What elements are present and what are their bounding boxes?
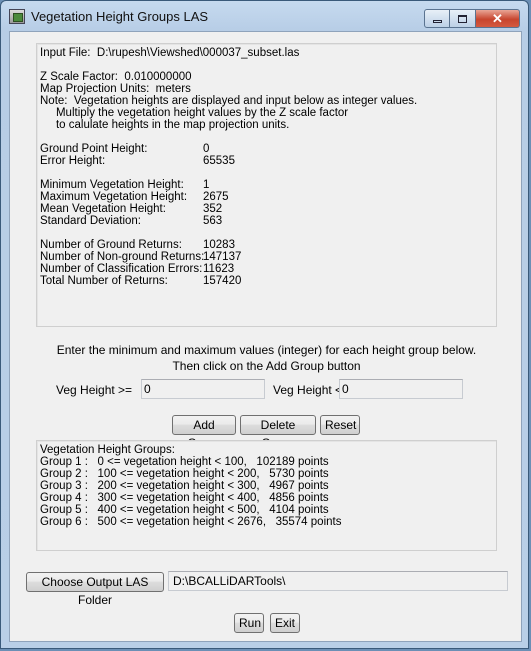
- note-line: Note: Vegetation heights are displayed a…: [40, 95, 418, 107]
- projection-units-text: Map Projection Units: meters: [40, 83, 191, 95]
- stat-value: 1: [203, 179, 210, 191]
- stat-row: Number of Classification Errors:11623: [40, 263, 496, 275]
- instruction-text: Then click on the Add Group button: [172, 359, 361, 373]
- instruction-text: Enter the minimum and maximum values (in…: [56, 343, 477, 357]
- stat-label: Number of Ground Returns:: [40, 239, 182, 251]
- list-item: Group 1 : 0 <= vegetation height < 100, …: [40, 456, 329, 468]
- list-item: Group 4 : 300 <= vegetation height < 400…: [40, 492, 329, 504]
- minimize-button[interactable]: [424, 9, 450, 28]
- file-info-panel: Input File: D:\rupesh\Viewshed\000037_su…: [36, 43, 497, 327]
- title-bar[interactable]: Vegetation Height Groups LAS ✕: [1, 1, 528, 31]
- list-item: Group 6 : 500 <= vegetation height < 267…: [40, 516, 342, 528]
- output-folder-field[interactable]: D:\BCALLiDARTools\: [168, 571, 508, 591]
- stat-label: Number of Non-ground Returns:: [40, 251, 205, 263]
- note-line: to calulate heights in the map projectio…: [40, 119, 290, 131]
- app-icon: [9, 9, 25, 24]
- stat-row: Maximum Vegetation Height: 2675: [40, 191, 496, 203]
- stat-label: Standard Deviation:: [40, 215, 142, 227]
- height-groups-list: Vegetation Height Groups: Group 1 : 0 <=…: [36, 440, 497, 551]
- stat-row: Number of Non-ground Returns:147137: [40, 251, 496, 263]
- stat-label: Error Height:: [40, 155, 106, 167]
- choose-output-folder-button[interactable]: Choose Output LAS Folder: [26, 572, 164, 607]
- min-height-label: Veg Height >=: [56, 383, 133, 397]
- stat-row: Mean Vegetation Height: 352: [40, 203, 496, 215]
- stat-value: 65535: [203, 155, 235, 167]
- stat-value: 157420: [203, 275, 242, 287]
- stat-value: 2675: [203, 191, 229, 203]
- stat-row: Minimum Vegetation Height: 1: [40, 179, 496, 191]
- stat-label: Mean Vegetation Height:: [40, 203, 166, 215]
- run-button[interactable]: Run: [234, 613, 264, 633]
- stat-label: Ground Point Height:: [40, 143, 148, 155]
- add-group-button[interactable]: Add Group: [172, 415, 236, 450]
- reset-button[interactable]: Reset: [320, 415, 360, 435]
- stat-label: Minimum Vegetation Height:: [40, 179, 184, 191]
- stat-value: 563: [203, 215, 223, 227]
- stat-row: Total Number of Returns: 157420: [40, 275, 496, 287]
- stat-label: Number of Classification Errors:: [40, 263, 203, 275]
- note-line: Multiply the vegetation height values by…: [40, 107, 349, 119]
- app-window: Vegetation Height Groups LAS ✕ Input Fil…: [0, 0, 529, 649]
- close-icon: ✕: [492, 10, 503, 26]
- stat-value: 147137: [203, 251, 242, 263]
- exit-button[interactable]: Exit: [270, 613, 300, 633]
- input-file-text: Input File: D:\rupesh\Viewshed\000037_su…: [40, 47, 300, 59]
- list-item: Group 2 : 100 <= vegetation height < 200…: [40, 468, 329, 480]
- stat-label: Maximum Vegetation Height:: [40, 191, 188, 203]
- max-height-input[interactable]: 0: [339, 379, 463, 399]
- delete-group-button[interactable]: Delete Group: [240, 415, 316, 450]
- z-scale-text: Z Scale Factor: 0.010000000: [40, 71, 192, 83]
- stat-value: 352: [203, 203, 223, 215]
- window-controls: ✕: [424, 9, 520, 28]
- min-height-input[interactable]: 0: [141, 379, 265, 399]
- close-button[interactable]: ✕: [476, 9, 520, 28]
- stat-row: Number of Ground Returns: 10283: [40, 239, 496, 251]
- maximize-icon: [458, 14, 467, 23]
- window-title: Vegetation Height Groups LAS: [31, 9, 209, 24]
- stat-label: Total Number of Returns:: [40, 275, 168, 287]
- stat-value: 0: [203, 143, 210, 155]
- stat-row: Ground Point Height: 0: [40, 143, 496, 155]
- list-item: Group 3 : 200 <= vegetation height < 300…: [40, 480, 329, 492]
- stat-row: Error Height: 65535: [40, 155, 496, 167]
- dialog-body: Input File: D:\rupesh\Viewshed\000037_su…: [9, 31, 522, 642]
- groups-heading: Vegetation Height Groups:: [40, 444, 175, 456]
- list-item: Group 5 : 400 <= vegetation height < 500…: [40, 504, 329, 516]
- minimize-icon: [432, 20, 442, 23]
- stat-value: 11623: [203, 263, 235, 275]
- maximize-button[interactable]: [450, 9, 476, 28]
- stat-row: Standard Deviation: 563: [40, 215, 496, 227]
- max-height-label: Veg Height <: [273, 383, 343, 397]
- stat-value: 10283: [203, 239, 235, 251]
